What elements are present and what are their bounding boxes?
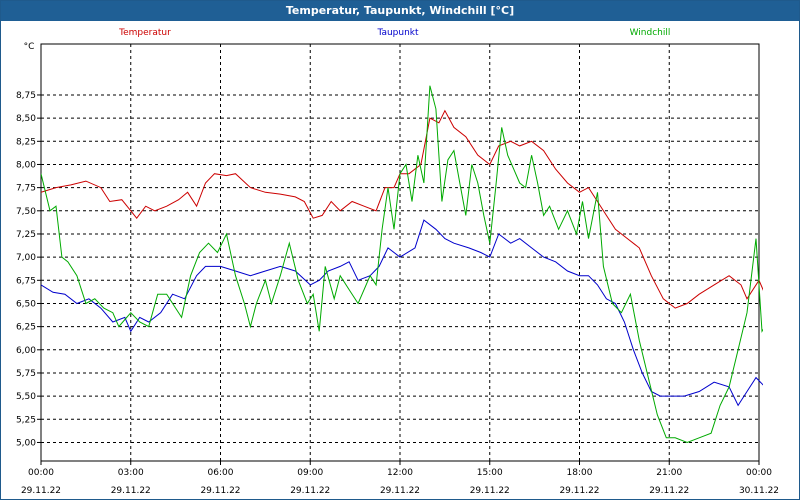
y-tick-label: 6,25 [16,323,36,333]
x-tick-date-label: 29.11.22 [559,486,599,496]
x-tick-time-label: 03:00 [118,468,144,478]
x-tick-time-label: 06:00 [208,468,234,478]
y-tick-label: 5,25 [16,415,36,425]
y-tick-label: 8,75 [16,91,36,101]
x-tick-date-label: 29.11.22 [21,486,61,496]
y-tick-label: 6,75 [16,276,36,286]
x-tick-time-label: 12:00 [387,468,413,478]
legend-label-windchill: Windchill [630,28,671,38]
x-tick-date-label: 29.11.22 [200,486,240,496]
x-tick-time-label: 15:00 [477,468,503,478]
x-tick-time-label: 21:00 [656,468,682,478]
y-tick-label: 7,50 [16,207,36,217]
x-tick-date-label: 30.11.22 [739,486,779,496]
x-tick-time-label: 09:00 [297,468,323,478]
x-tick-date-label: 29.11.22 [111,486,151,496]
y-tick-label: 7,25 [16,230,36,240]
legend: Temperatur Taupunkt Windchill [118,28,670,38]
y-tick-label: 6,00 [16,346,36,356]
chart-canvas: 5,00 5,25 5,50 5,75 6,00 6,25 6,50 6,75 7,00 7,25… [16,28,779,496]
y-tick-label: 5,00 [16,438,36,448]
y-tick-label: 5,75 [16,369,36,379]
y-tick-label: 8,00 [16,160,36,170]
legend-label-taupunkt: Taupunkt [376,28,419,38]
x-tick-time-label: 18:00 [567,468,593,478]
x-tick-date-label: 29.11.22 [649,486,689,496]
legend-label-temperatur: Temperatur [118,28,171,38]
x-tick-date-label: 29.11.22 [470,486,510,496]
y-tick-label: 8,25 [16,137,36,147]
y-tick-label: 6,50 [16,299,36,309]
x-tick-date-label: 29.11.22 [380,486,420,496]
y-tick-label: 7,75 [16,184,36,194]
y-tick-label: 5,50 [16,392,36,402]
y-tick-label: 8,50 [16,114,36,124]
x-tick-date-label: 29.11.22 [290,486,330,496]
y-axis-unit-label: °C [24,42,35,52]
chart-title: Temperatur, Taupunkt, Windchill [°C] [1,1,799,21]
x-tick-time-label: 00:00 [28,468,54,478]
x-tick-time-label: 00:00 [746,468,772,478]
y-tick-label: 7,00 [16,253,36,263]
chart-window: Temperatur, Taupunkt, Windchill [°C] 5,0… [0,0,800,500]
